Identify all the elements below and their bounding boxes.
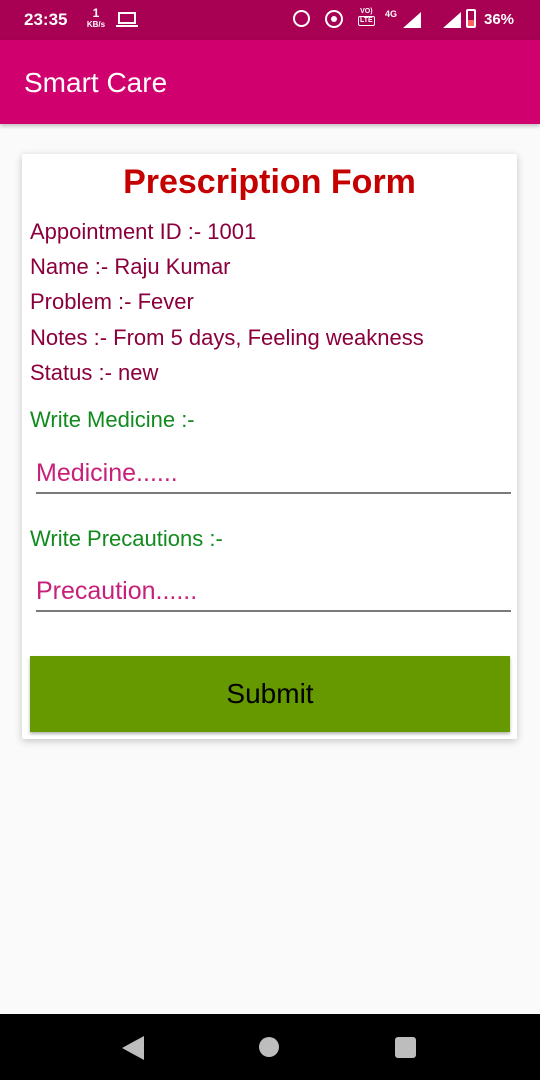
back-icon[interactable] [122,1036,144,1060]
home-icon[interactable] [259,1037,279,1057]
signal-icon-secondary [443,12,461,28]
status-time: 23:35 [24,10,68,29]
network-speed-value: 1 [92,6,100,20]
precautions-label: Write Precautions :- [30,526,223,551]
network-speed-unit: KB/s [86,20,106,29]
battery-icon [466,9,476,28]
precaution-input[interactable] [36,572,511,612]
signal-icon [403,12,421,28]
alarm-icon [293,10,310,27]
volte-top-label: VO) [360,8,373,15]
medicine-input[interactable] [36,454,511,494]
prescription-card: Prescription Form Appointment ID :- 1001… [22,154,517,739]
submit-button[interactable]: Submit [30,656,510,732]
network-speed: 1 KB/s [84,6,108,30]
notes-text: Notes :- From 5 days, Feeling weakness [30,325,424,350]
navigation-bar [0,1014,540,1080]
network-type: 4G [385,9,398,19]
app-title: Smart Care [24,67,168,98]
status-text: Status :- new [30,360,159,385]
recents-icon[interactable] [395,1037,416,1058]
app-bar: Smart Care [0,40,540,124]
laptop-icon [116,12,138,27]
volte-lte-label: LTE [358,16,375,26]
status-bar: 23:35 1 KB/s VO) LTE 4G 36% [0,0,540,40]
form-title: Prescription Form [123,163,416,201]
medicine-label: Write Medicine :- [30,407,195,432]
patient-name-text: Name :- Raju Kumar [30,254,231,279]
appointment-id-text: Appointment ID :- 1001 [30,219,257,244]
battery-percent: 36% [484,11,515,28]
volte-icon: VO) LTE [358,8,375,26]
problem-text: Problem :- Fever [30,289,194,314]
hotspot-icon [325,10,343,28]
